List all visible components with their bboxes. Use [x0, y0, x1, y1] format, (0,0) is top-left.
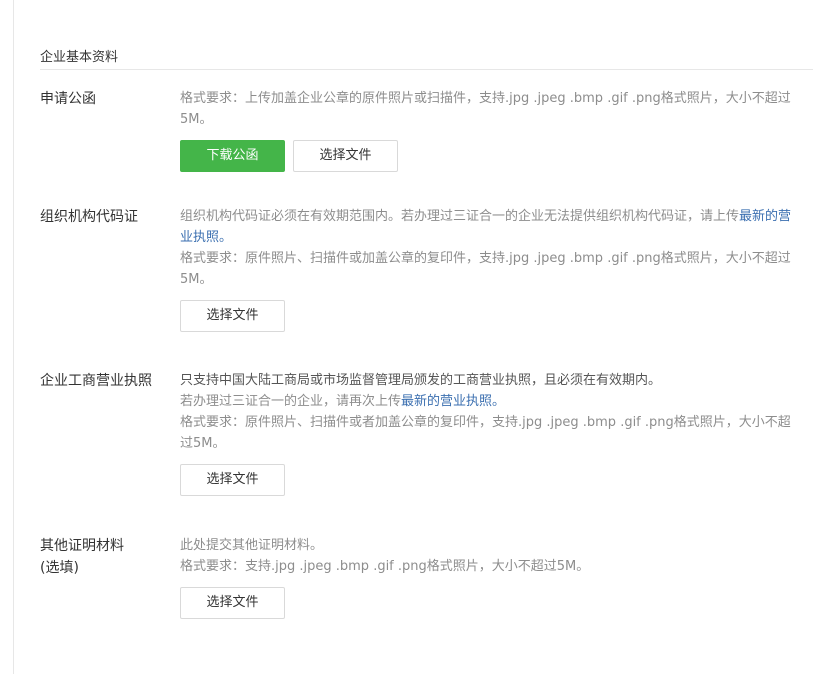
- button-group: 选择文件: [180, 464, 800, 496]
- section-title: 企业基本资料: [40, 50, 119, 65]
- row-label-optional: (选填): [40, 560, 79, 576]
- validity-note-text: 组织机构代码证必须在有效期范围内。若办理过三证合一的企业无法提供组织机构代码证，…: [180, 209, 740, 224]
- other-materials-note: 此处提交其他证明材料。: [180, 538, 324, 553]
- enterprise-info-panel: 企业基本资料 申请公函 格式要求：上传加盖企业公章的原件照片或扫描件，支持.jp…: [13, 0, 813, 674]
- format-requirement: 格式要求：支持.jpg .jpeg .bmp .gif .png格式照片，大小不…: [180, 559, 590, 574]
- choose-file-button-letter[interactable]: 选择文件: [293, 140, 398, 172]
- row-label-other-materials: 其他证明材料 (选填): [40, 535, 170, 579]
- license-scope-note: 只支持中国大陆工商局或市场监督管理局颁发的工商营业执照，且必须在有效期内。: [180, 373, 662, 388]
- download-letter-button[interactable]: 下载公函: [180, 140, 285, 172]
- button-group: 选择文件: [180, 587, 800, 619]
- row-body-application-letter: 格式要求：上传加盖企业公章的原件照片或扫描件，支持.jpg .jpeg .bmp…: [180, 88, 800, 172]
- row-label-business-license: 企业工商营业执照: [40, 373, 152, 389]
- row-label-org-code-cert: 组织机构代码证: [40, 209, 138, 225]
- section-divider: [40, 69, 813, 70]
- validity-note: 组织机构代码证必须在有效期范围内。若办理过三证合一的企业无法提供组织机构代码证，…: [180, 206, 800, 248]
- choose-file-button-license[interactable]: 选择文件: [180, 464, 285, 496]
- choose-file-button-other[interactable]: 选择文件: [180, 587, 285, 619]
- format-requirement: 格式要求：上传加盖企业公章的原件照片或扫描件，支持.jpg .jpeg .bmp…: [180, 91, 791, 127]
- three-in-one-text: 若办理过三证合一的企业，请再次上传: [180, 394, 402, 409]
- format-requirement: 格式要求：原件照片、扫描件或者加盖公章的复印件，支持.jpg .jpeg .bm…: [180, 415, 791, 451]
- row-body-other-materials: 此处提交其他证明材料。 格式要求：支持.jpg .jpeg .bmp .gif …: [180, 535, 800, 619]
- three-in-one-note: 若办理过三证合一的企业，请再次上传最新的营业执照。: [180, 391, 800, 412]
- row-body-business-license: 只支持中国大陆工商局或市场监督管理局颁发的工商营业执照，且必须在有效期内。 若办…: [180, 370, 800, 496]
- button-group: 下载公函 选择文件: [180, 140, 800, 172]
- row-label-other-materials-line1: 其他证明材料: [40, 538, 124, 554]
- row-label-application-letter: 申请公函: [40, 91, 96, 107]
- button-group: 选择文件: [180, 300, 800, 332]
- row-body-org-code-cert: 组织机构代码证必须在有效期范围内。若办理过三证合一的企业无法提供组织机构代码证，…: [180, 206, 800, 332]
- format-requirement: 格式要求：原件照片、扫描件或加盖公章的复印件，支持.jpg .jpeg .bmp…: [180, 251, 791, 287]
- choose-file-button-org-code[interactable]: 选择文件: [180, 300, 285, 332]
- latest-license-link[interactable]: 最新的营业执照。: [401, 394, 505, 409]
